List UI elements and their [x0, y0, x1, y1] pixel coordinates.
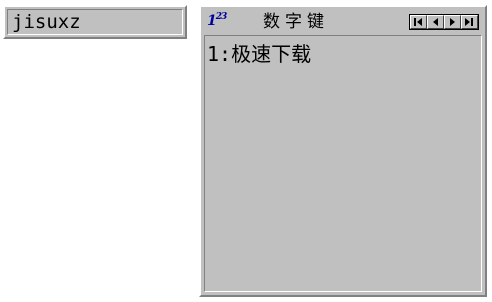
previous-page-button[interactable]: [427, 15, 444, 29]
last-page-button[interactable]: [461, 15, 478, 29]
composition-box: jisuxz: [3, 5, 187, 39]
last-page-icon: [465, 18, 473, 26]
first-page-button[interactable]: [410, 15, 427, 29]
mode-icon-sup: 23: [215, 12, 227, 22]
first-page-icon: [414, 18, 422, 26]
candidate-item[interactable]: 1:极速下载: [207, 42, 311, 66]
next-page-icon: [450, 18, 455, 26]
page-nav-buttons: [409, 14, 479, 30]
candidate-title-bar: 123 数字键: [201, 7, 485, 35]
candidate-window: 123 数字键 1:极速下载: [199, 5, 487, 297]
next-page-button[interactable]: [444, 15, 461, 29]
candidate-list: 1:极速下载: [204, 35, 482, 292]
mode-icon-main: 1: [207, 13, 217, 29]
candidate-window-title: 数字键: [263, 12, 329, 32]
composition-text: jisuxz: [7, 9, 183, 35]
previous-page-icon: [433, 18, 438, 26]
number-mode-icon[interactable]: 123: [207, 12, 229, 30]
